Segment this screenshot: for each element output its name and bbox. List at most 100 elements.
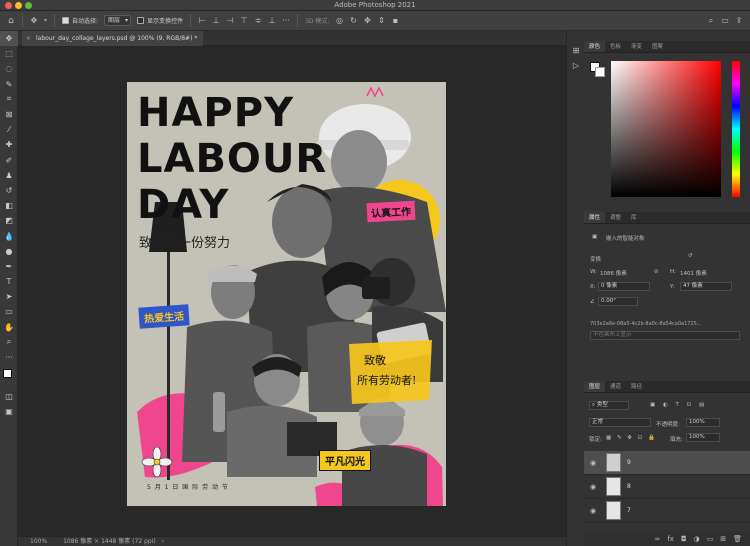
align-middle-v-icon[interactable]: ≑ [253,16,263,26]
fx-icon[interactable]: fx [667,535,674,543]
tab-color[interactable]: 颜色 [584,41,606,52]
hand-tool-icon[interactable]: ✋ [0,320,18,335]
move-tool-icon[interactable]: ✥ [0,31,18,47]
screen-mode-icon[interactable]: ▣ [0,404,18,419]
more-options-icon[interactable]: ··· [281,16,291,26]
layer-name[interactable]: 7 [627,507,631,514]
color-field[interactable] [611,61,721,197]
poster-canvas[interactable]: HAPPY LABOUR DAY 致敬每一份努力 认真工作 热爱生活 平凡闪光 … [127,82,446,506]
blur-tool-icon[interactable]: 💧 [0,228,18,243]
x-field[interactable]: 0 像素 [598,282,650,291]
layer-thumbnail [606,477,621,496]
eraser-tool-icon[interactable]: ◧ [0,198,18,213]
3d-pan-icon[interactable]: ✥ [362,16,372,26]
new-layer-icon[interactable]: ⊞ [720,535,726,543]
tool-preset-chevron-icon[interactable]: ▾ [41,14,50,27]
tab-patterns[interactable]: 图案 [647,41,668,52]
layer-name[interactable]: 8 [627,483,631,490]
type-tool-icon[interactable]: T [0,274,18,289]
y-field[interactable]: 47 像素 [680,282,732,291]
tab-libraries[interactable]: 库 [626,212,642,223]
quick-select-tool-icon[interactable]: ✎ [0,77,18,92]
delete-layer-icon[interactable]: 🗑 [733,535,742,543]
visibility-eye-icon[interactable]: ◉ [590,483,600,491]
home-icon[interactable]: ⌂ [6,16,16,26]
tag-hardwork: 认真工作 [366,200,416,223]
history-brush-tool-icon[interactable]: ↺ [0,183,18,198]
align-top-icon[interactable]: ⊤ [239,16,249,26]
3d-scale-icon[interactable]: ▪ [390,16,400,26]
clone-stamp-tool-icon[interactable]: ♟ [0,168,18,183]
link-layers-icon[interactable]: ∞ [655,535,661,543]
foreground-color-swatch[interactable] [3,369,12,379]
actions-panel-icon[interactable]: ▷ [567,58,585,73]
frame-tool-icon[interactable]: ⊠ [0,107,18,122]
paint-bucket-tool-icon[interactable]: ◩ [0,213,18,228]
fill-field[interactable]: 100% [686,433,720,442]
quick-mask-icon[interactable]: ◫ [0,389,18,404]
3d-roll-icon[interactable]: ↻ [348,16,358,26]
layer-name[interactable]: 9 [627,459,631,466]
layer-filter-icons[interactable]: ▣ ◐ T ⊡ ▤ [650,402,707,408]
align-right-icon[interactable]: ⊣ [225,16,235,26]
color-bg-swatch[interactable] [595,67,605,77]
hue-slider[interactable] [732,61,740,197]
auto-select-checkbox[interactable]: 自动选择: [59,14,101,27]
3d-slide-icon[interactable]: ⇕ [376,16,386,26]
align-bottom-icon[interactable]: ⊥ [267,16,277,26]
healing-brush-tool-icon[interactable]: ✚ [0,137,18,152]
zoom-level[interactable]: 100% [30,538,47,545]
height-value[interactable]: 1401 像素 [680,269,707,277]
layer-row[interactable]: ◉ 8 [584,475,750,499]
share-icon[interactable]: ⇪ [734,16,744,26]
lock-icons[interactable]: ▦ ✎ ✥ ⊡ 🔒 [606,435,657,441]
tab-properties[interactable]: 属性 [584,212,606,223]
tab-swatches[interactable]: 色板 [605,41,626,52]
layer-comp-select[interactable]: 不在画布上显示 [590,331,740,340]
tab-channels[interactable]: 通道 [605,381,626,392]
search-icon[interactable]: ⌕ [706,16,716,26]
auto-select-target-select[interactable]: 图层 [104,15,132,26]
move-tool-icon[interactable]: ✥ [29,16,39,26]
rectangle-tool-icon[interactable]: ▭ [0,304,18,319]
more-tools-icon[interactable]: ··· [0,350,18,365]
marquee-tool-icon[interactable]: ⬚ [0,46,18,61]
layer-row-selected[interactable]: ◉ 9 [584,451,750,475]
add-mask-icon[interactable]: ◘ [681,535,687,543]
reset-transform-icon[interactable]: ↺ [688,253,693,259]
document-tab[interactable]: × labour_day_collage_layers.psd @ 100% (… [22,31,204,46]
adjustment-layer-icon[interactable]: ◑ [694,535,700,543]
brush-tool-icon[interactable]: ✐ [0,153,18,168]
blend-mode-select[interactable]: 正常 [589,418,651,427]
show-transform-controls-checkbox[interactable]: 显示变换控件 [134,14,186,27]
collapsed-panel-strip: ⊞ ▷ [566,31,584,546]
opacity-field[interactable]: 100% [686,418,720,427]
visibility-eye-icon[interactable]: ◉ [590,459,600,467]
close-tab-icon[interactable]: × [26,31,31,46]
layer-row[interactable]: ◉ 7 [584,499,750,523]
align-left-icon[interactable]: ⊢ [197,16,207,26]
zoom-tool-icon[interactable]: ⌕ [0,335,18,350]
status-arrow-icon[interactable]: › [162,538,164,545]
angle-field[interactable]: 0.00° [598,297,638,306]
3d-orbit-icon[interactable]: ◎ [334,16,344,26]
align-center-h-icon[interactable]: ⊥ [211,16,221,26]
lasso-tool-icon[interactable]: ◌ [0,61,18,76]
tab-paths[interactable]: 路径 [626,381,647,392]
dodge-tool-icon[interactable]: ● [0,244,18,259]
layers-panel-tabs: 图层 通道 路径 [584,381,750,393]
workspace-icon[interactable]: ▭ [720,16,730,26]
layer-kind-filter[interactable]: ⌕ 类型 [589,401,629,410]
new-group-icon[interactable]: ▭ [707,535,714,543]
link-proportions-icon[interactable]: ⊘ [654,269,659,275]
path-select-tool-icon[interactable]: ➤ [0,289,18,304]
pen-tool-icon[interactable]: ✒ [0,259,18,274]
tab-gradients[interactable]: 渐变 [626,41,647,52]
tab-adjustments[interactable]: 调整 [605,212,626,223]
crop-tool-icon[interactable]: ⌗ [0,92,18,107]
width-value[interactable]: 1086 像素 [600,269,627,277]
history-panel-icon[interactable]: ⊞ [567,43,585,58]
tab-layers[interactable]: 图层 [584,381,606,392]
visibility-eye-icon[interactable]: ◉ [590,507,600,515]
eyedropper-tool-icon[interactable]: ⁄ [0,122,18,137]
